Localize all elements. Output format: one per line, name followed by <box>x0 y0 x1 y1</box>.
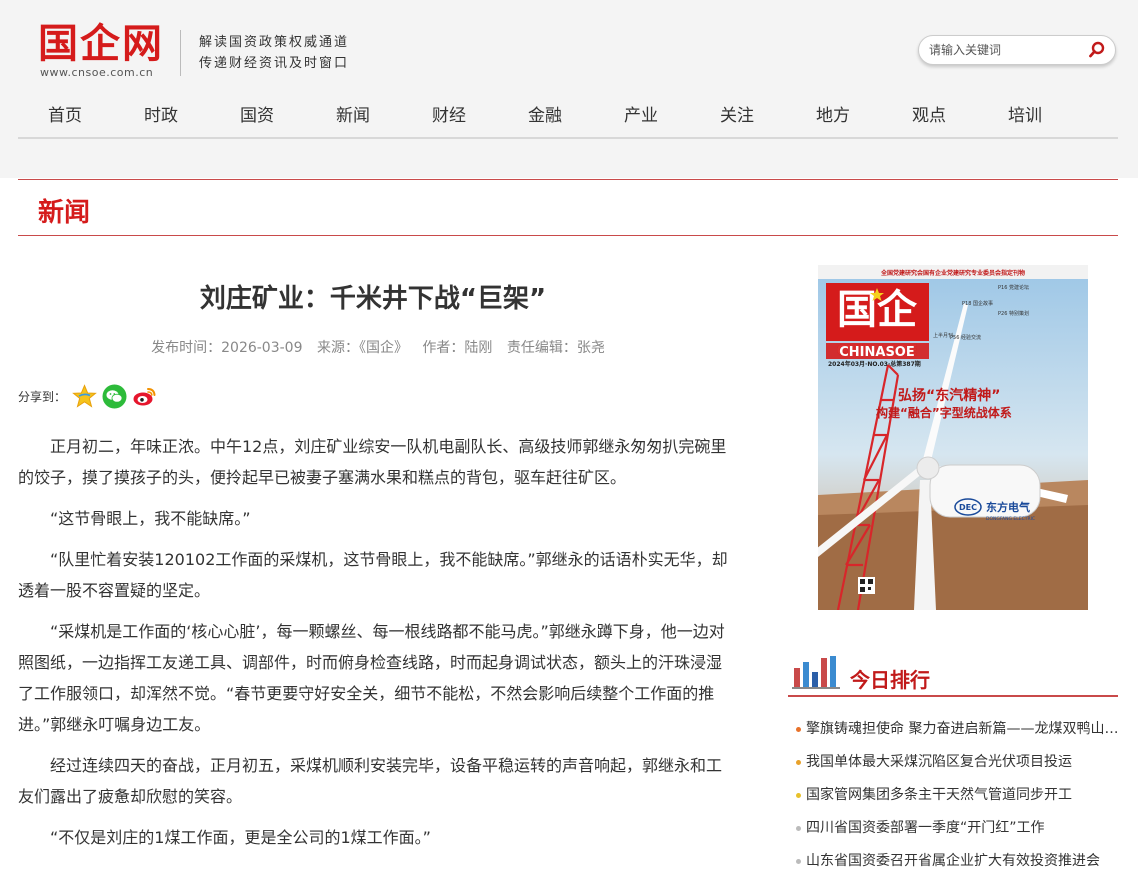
search-input[interactable] <box>929 41 1079 59</box>
magazine-brand: 东方电气 <box>986 500 1030 514</box>
site-header: 国企网 www.cnsoe.com.cn 解读国资政策权威通道 传递财经资讯及时… <box>0 0 1138 178</box>
article-paragraph: “不仅是刘庄的1煤工作面，更是全公司的1煤工作面。” <box>50 828 431 847</box>
ranking-item-title: 擎旗铸魂担使命 聚力奋进启新篇——龙煤双鸭山矿业 <box>806 721 1122 737</box>
article-title: 刘庄矿业：千米井下战“巨架” <box>199 284 547 314</box>
bar-chart-icon <box>792 656 840 689</box>
ranking-item[interactable]: 四川省国资委部署一季度“开门红”工作 <box>796 812 1122 845</box>
magazine-brand-en: DONGFANG ELECTRIC <box>986 516 1035 522</box>
magazine-toc-3: P26 特别策划 <box>998 310 1029 317</box>
ranking-item-title: 山东省国资委召开省属企业扩大有效投资推进会 <box>806 853 1100 869</box>
article-paragraph: 正月初二，年味正浓。中午12点，刘庄矿业综安一队机电副队长、高级技师郭继永匆匆扒… <box>18 437 727 487</box>
article-meta: 发布时间：2026-03-09 来源：《国企》 作者：陆刚 责任编辑：张尧 <box>18 337 738 357</box>
publish-time: 发布时间：2026-03-09 <box>151 340 303 356</box>
ranking-dot-icon <box>796 793 801 798</box>
nav-news[interactable]: 新闻 <box>336 101 370 126</box>
site-logo-url: www.cnsoe.com.cn <box>40 66 154 79</box>
ranking-header: 今日排行 <box>788 648 1118 697</box>
ranking-title: 今日排行 <box>850 668 930 692</box>
site-logo[interactable]: 国企网 <box>38 20 164 68</box>
ranking-item-title: 四川省国资委部署一季度“开门红”工作 <box>806 820 1045 836</box>
search-icon <box>1089 41 1105 58</box>
weibo-icon[interactable] <box>132 384 157 409</box>
article-paragraph: “采煤机是工作面的‘核心心脏’，每一颗螺丝、每一根线路都不能马虎。”郭继永蹲下身… <box>18 622 725 734</box>
magazine-toc-2: P18 国企故事 <box>962 300 993 307</box>
nav-sasac[interactable]: 国资 <box>240 101 274 126</box>
ranking-item[interactable]: 国家管网集团多条主干天然气管道同步开工 <box>796 779 1122 812</box>
search-button[interactable] <box>1087 40 1107 60</box>
ranking-item[interactable]: 我国单体最大采煤沉陷区复合光伏项目投运 <box>796 746 1122 779</box>
qzone-star-icon[interactable] <box>72 383 97 409</box>
nav-local[interactable]: 地方 <box>816 101 850 126</box>
magazine-toc-1: P16 党建论坛 <box>998 284 1029 291</box>
nav-finance[interactable]: 财经 <box>432 101 466 126</box>
article-body: 正月初二，年味正浓。中午12点，刘庄矿业综安一队机电副队长、高级技师郭继永匆匆扒… <box>18 431 736 863</box>
ranking-list: 擎旗铸魂担使命 聚力奋进启新篇——龙煤双鸭山矿业 我国单体最大采煤沉陷区复合光伏… <box>796 713 1122 878</box>
nav-home[interactable]: 首页 <box>48 101 82 126</box>
magazine-toc-4: P56 经验交流 <box>950 334 981 341</box>
nav-politics[interactable]: 时政 <box>144 101 178 126</box>
main-nav: 首页 时政 国资 新闻 财经 金融 产业 关注 地方 观点 培训 <box>18 93 1118 139</box>
slogan-line-2: 传递财经资讯及时窗口 <box>199 56 350 71</box>
magazine-headline-2: 构建“融合”字型统战体系 <box>876 405 1012 420</box>
article-author: 作者：陆刚 <box>422 340 493 356</box>
article-editor: 责任编辑：张尧 <box>506 340 605 356</box>
article-paragraph: “队里忙着安装120102工作面的采煤机，这节骨眼上，我不能缺席。”郭继永的话语… <box>18 550 728 600</box>
article-source: 来源：《国企》 <box>316 340 408 356</box>
ranking-dot-icon <box>796 826 801 831</box>
ranking-dot-icon <box>796 727 801 732</box>
ranking-dot-icon <box>796 859 801 864</box>
site-slogan: 解读国资政策权威通道 传递财经资讯及时窗口 <box>199 32 349 74</box>
ranking-dot-icon <box>796 760 801 765</box>
nav-industry[interactable]: 产业 <box>624 101 658 126</box>
nav-training[interactable]: 培训 <box>1008 101 1042 126</box>
magazine-name-en-overlay: CHINASOE <box>839 345 915 360</box>
search-box <box>918 35 1116 65</box>
slogan-line-1: 解读国资政策权威通道 <box>199 35 350 50</box>
share-label: 分享到： <box>18 389 67 404</box>
magazine-cover[interactable]: DEC 东方电气 DONGFANG ELECTRIC 全国党建研究会国有企业党建… <box>818 265 1088 610</box>
nav-focus[interactable]: 关注 <box>720 101 754 126</box>
wechat-icon[interactable] <box>102 384 127 409</box>
logo-divider <box>180 30 181 76</box>
article-paragraph: “这节骨眼上，我不能缺席。” <box>50 509 251 528</box>
ranking-item[interactable]: 擎旗铸魂担使命 聚力奋进启新篇——龙煤双鸭山矿业 <box>796 713 1122 746</box>
section-title[interactable]: 新闻 <box>38 192 90 229</box>
ranking-item[interactable]: 山东省国资委召开省属企业扩大有效投资推进会 <box>796 845 1122 878</box>
magazine-headline-1: 弘扬“东汽精神” <box>898 387 1000 404</box>
section-bar: 新闻 <box>18 179 1118 236</box>
ranking-item-title: 我国单体最大采煤沉陷区复合光伏项目投运 <box>806 754 1072 770</box>
article-paragraph: 经过连续四天的奋战，正月初五，采煤机顺利安装完毕，设备平稳运转的声音响起，郭继永… <box>18 756 723 806</box>
magazine-brand-logo: DEC <box>959 503 977 512</box>
magazine-top-line: 全国党建研究会国有企业党建研究专业委员会指定刊物 <box>880 269 1025 277</box>
magazine-cover-art: DEC 东方电气 DONGFANG ELECTRIC 全国党建研究会国有企业党建… <box>818 265 1088 610</box>
nav-banking[interactable]: 金融 <box>528 101 562 126</box>
ranking-item-title: 国家管网集团多条主干天然气管道同步开工 <box>806 787 1072 803</box>
nav-opinion[interactable]: 观点 <box>912 101 946 126</box>
magazine-issue: 2024年03月·NO.03·总第387期 <box>828 360 921 368</box>
share-bar: 分享到： <box>18 383 162 409</box>
